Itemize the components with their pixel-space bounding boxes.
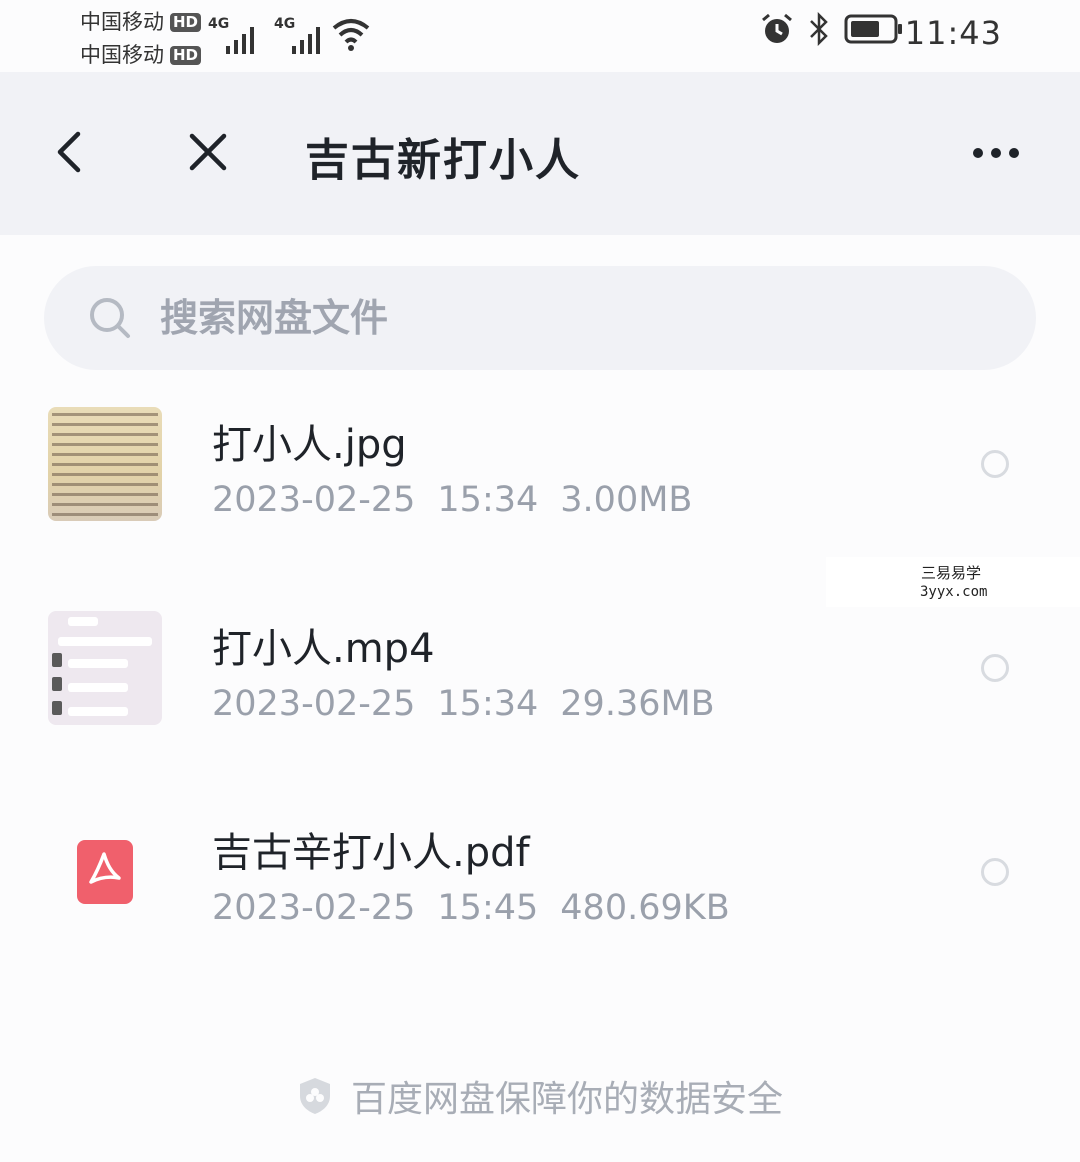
file-list-item[interactable]: 打小人.jpg 2023-02-25 15:34 3.00MB [0, 380, 1080, 550]
file-name: 吉古辛打小人.pdf [212, 830, 530, 876]
hd-badge: HD [170, 13, 202, 32]
carrier-name: 中国移动 [80, 10, 164, 34]
carrier-row-2: 中国移动 HD [80, 39, 202, 72]
carrier-info: 中国移动 HD 中国移动 HD [80, 6, 202, 72]
file-list-item[interactable]: 打小人.mp4 2023-02-25 15:34 29.36MB [0, 584, 1080, 754]
nav-bar: 吉古新打小人 [0, 72, 1080, 235]
file-time: 15:45 [437, 888, 539, 928]
file-meta: 2023-02-25 15:34 29.36MB [212, 684, 715, 724]
shield-icon [299, 1078, 330, 1114]
search-bar[interactable] [44, 266, 1036, 370]
security-text: 百度网盘保障你的数据安全 [350, 1079, 783, 1120]
signal-bars-icon [292, 27, 320, 54]
file-size: 480.69KB [560, 888, 730, 928]
watermark-title: 三易易学 [921, 564, 982, 582]
file-list-item[interactable]: 吉古辛打小人.pdf 2023-02-25 15:45 480.69KB [0, 788, 1080, 958]
status-bar: 中国移动 HD 中国移动 HD 4G 4G 11:43 [0, 0, 1080, 72]
file-name: 打小人.jpg [212, 422, 407, 468]
search-icon [90, 298, 130, 338]
file-meta: 2023-02-25 15:34 3.00MB [212, 480, 692, 520]
select-radio[interactable] [981, 450, 1009, 478]
file-time: 15:34 [437, 684, 539, 724]
signal-bars-icon [226, 27, 254, 54]
pdf-file-icon [77, 840, 133, 904]
file-name: 打小人.mp4 [212, 626, 435, 672]
search-input[interactable] [158, 295, 862, 341]
select-radio[interactable] [981, 858, 1009, 886]
back-arrow-icon[interactable] [50, 130, 94, 174]
pdf-logo-icon [89, 852, 121, 884]
hd-badge: HD [170, 46, 202, 65]
close-icon[interactable] [186, 130, 230, 174]
page-title: 吉古新打小人 [305, 135, 581, 186]
bluetooth-icon [810, 12, 828, 46]
security-footer: 百度网盘保障你的数据安全 [0, 1070, 1080, 1122]
carrier-row-1: 中国移动 HD [80, 6, 202, 39]
more-options-icon[interactable] [966, 138, 1026, 168]
battery-icon [844, 14, 902, 44]
file-time: 15:34 [437, 480, 539, 520]
file-date: 2023-02-25 [212, 480, 416, 520]
watermark-url: 3yyx.com [920, 584, 988, 600]
clock: 11:43 [904, 14, 1002, 52]
watermark: 三易易学 3yyx.com [826, 557, 1080, 607]
file-size: 3.00MB [560, 480, 693, 520]
file-date: 2023-02-25 [212, 888, 416, 928]
select-radio[interactable] [981, 654, 1009, 682]
image-thumbnail [48, 407, 162, 521]
file-date: 2023-02-25 [212, 684, 416, 724]
file-size: 29.36MB [560, 684, 715, 724]
file-meta: 2023-02-25 15:45 480.69KB [212, 888, 730, 928]
video-thumbnail [48, 611, 162, 725]
status-icons [760, 12, 904, 46]
signal-1: 4G [208, 16, 260, 54]
carrier-name: 中国移动 [80, 43, 164, 67]
signal-2: 4G [274, 16, 326, 54]
alarm-icon [762, 13, 792, 43]
wifi-icon [332, 19, 370, 51]
cellular-signals: 4G 4G [208, 16, 326, 54]
